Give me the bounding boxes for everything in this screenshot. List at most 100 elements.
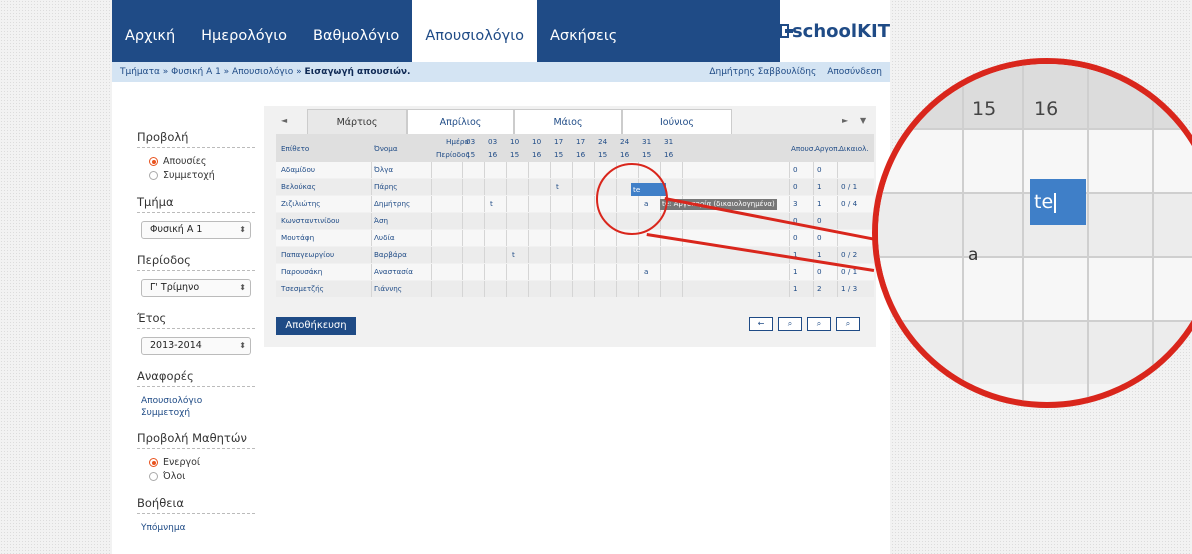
logo-text: schoolKIT: [791, 20, 890, 42]
month-tabs: ◄ Μάρτιος Απρίλιος Μάιος Ιούνιος ► ▼: [264, 106, 876, 134]
day-header: 03: [488, 137, 498, 146]
day-header: 24: [598, 137, 608, 146]
attendance-mark[interactable]: t: [490, 196, 493, 212]
radio-checked-icon[interactable]: [149, 157, 158, 166]
zoom-col-15: 15: [972, 98, 997, 120]
logout-link[interactable]: Αποσύνδεση: [827, 67, 882, 77]
view-title: Προβολή: [137, 130, 255, 148]
justified-count: 1 / 3: [841, 284, 858, 293]
student-surname: Αδαμίδου: [281, 165, 316, 174]
zoom-selected-cell: te: [1030, 179, 1086, 225]
col-late: Αργοπ.: [815, 144, 840, 153]
day-header: 10: [510, 137, 520, 146]
day-header: 24: [620, 137, 630, 146]
nav-home[interactable]: Αρχική: [112, 0, 188, 62]
student-name: Δημήτρης: [374, 199, 411, 208]
student-name: Γιάννης: [374, 284, 402, 293]
period-header: 15: [598, 150, 608, 159]
day-header: 03: [466, 137, 476, 146]
class-title: Τμήμα: [137, 195, 255, 213]
day-header: 31: [642, 137, 652, 146]
tab-june[interactable]: Ιούνιος: [622, 109, 732, 134]
student-name: Άση: [374, 216, 389, 225]
breadcrumb-current: Εισαγωγή απουσιών.: [304, 67, 411, 77]
student-name: Λυδία: [374, 233, 395, 242]
col-name: Όνομα: [374, 144, 398, 153]
attendance-mark[interactable]: a: [644, 264, 648, 280]
table-row: Μουτάφη Λυδία 0 0: [276, 230, 874, 246]
students-option-active[interactable]: Ενεργοί: [149, 457, 255, 468]
table-row: Βελούκας Πάρης t 0 1 0 / 1: [276, 179, 874, 195]
attendance-panel: ◄ Μάρτιος Απρίλιος Μάιος Ιούνιος ► ▼ Επί…: [264, 106, 876, 347]
stepper-icon: ⬍: [239, 283, 246, 292]
day-header: 17: [576, 137, 586, 146]
tab-may[interactable]: Μάιος: [514, 109, 622, 134]
late-count: 0: [817, 267, 822, 276]
report-participation-link[interactable]: Συμμετοχή: [141, 407, 255, 419]
zoom-col-16: 16: [1034, 98, 1059, 120]
legend-link[interactable]: Υπόμνημα: [141, 522, 255, 534]
attendance-mark[interactable]: t: [512, 247, 515, 263]
zoom-icon[interactable]: ⌕: [836, 317, 860, 331]
dropdown-icon[interactable]: ▼: [860, 116, 866, 125]
period-header: 16: [576, 150, 586, 159]
day-header: 31: [664, 137, 674, 146]
col-absences: Απουσ.: [791, 144, 816, 153]
student-surname: Μουτάφη: [281, 233, 315, 242]
user-name[interactable]: Δημήτρης Σαββουλίδης: [709, 67, 816, 77]
tab-april[interactable]: Απρίλιος: [407, 109, 514, 134]
logo[interactable]: schoolKIT: [780, 0, 890, 62]
table-row: Παρουσάκη Αναστασία a 1 0 0 / 1: [276, 264, 874, 280]
top-nav: Αρχική Ημερολόγιο Βαθμολόγιο Απουσιολόγι…: [112, 0, 890, 62]
tab-march[interactable]: Μάρτιος: [307, 109, 407, 134]
absences-count: 1: [793, 267, 798, 276]
breadcrumb: Τμήματα » Φυσική Α 1 » Απουσιολόγιο » Ει…: [112, 62, 890, 82]
zoom-mark: a: [968, 245, 979, 265]
period-select[interactable]: Γ' Τρίμηνο ⬍: [141, 279, 251, 297]
radio-checked-icon[interactable]: [149, 458, 158, 467]
radio-icon[interactable]: [149, 472, 158, 481]
col-surname: Επίθετο: [281, 144, 310, 153]
nav-exercises[interactable]: Ασκήσεις: [537, 0, 630, 62]
breadcrumb-path[interactable]: Τμήματα » Φυσική Α 1 » Απουσιολόγιο »: [120, 67, 302, 77]
justified-count: 0 / 4: [841, 199, 858, 208]
students-option-all[interactable]: Όλοι: [149, 471, 255, 482]
report-absences-link[interactable]: Απουσιολόγιο: [141, 395, 255, 407]
student-name: Όλγα: [374, 165, 394, 174]
late-count: 1: [817, 199, 822, 208]
page: Αρχική Ημερολόγιο Βαθμολόγιο Απουσιολόγι…: [112, 0, 890, 554]
justified-count: 0 / 2: [841, 250, 858, 259]
prev-month-icon[interactable]: ◄: [281, 116, 287, 125]
absences-count: 0: [793, 216, 798, 225]
nav-calendar[interactable]: Ημερολόγιο: [188, 0, 300, 62]
logo-icon: [780, 24, 793, 38]
late-count: 0: [817, 233, 822, 242]
next-month-icon[interactable]: ►: [842, 116, 848, 125]
students-view-title: Προβολή Μαθητών: [137, 431, 255, 449]
class-select[interactable]: Φυσική Α 1 ⬍: [141, 221, 251, 239]
radio-icon[interactable]: [149, 171, 158, 180]
grid-header: Επίθετο Όνομα Ημέρα Περίοδος Απουσ. Αργο…: [276, 134, 874, 162]
view-option-participation[interactable]: Συμμετοχή: [149, 170, 255, 181]
zoom-icon[interactable]: ⌕: [778, 317, 802, 331]
back-arrow-icon[interactable]: ←: [749, 317, 773, 331]
nav-absences[interactable]: Απουσιολόγιο: [412, 0, 538, 62]
nav-gradebook[interactable]: Βαθμολόγιο: [300, 0, 412, 62]
attendance-mark[interactable]: t: [556, 179, 559, 195]
student-name: Αναστασία: [374, 267, 414, 276]
view-option-absences[interactable]: Απουσίες: [149, 156, 255, 167]
zoom-icon[interactable]: ⌕: [807, 317, 831, 331]
period-header: 16: [488, 150, 498, 159]
absences-count: 0: [793, 182, 798, 191]
help-title: Βοήθεια: [137, 496, 255, 514]
sidebar: Προβολή Απουσίες Συμμετοχή Τμήμα Φυσική …: [137, 130, 255, 534]
save-button[interactable]: Αποθήκευση: [276, 317, 356, 335]
student-surname: Κωνσταντινίδου: [281, 216, 340, 225]
student-surname: Βελούκας: [281, 182, 316, 191]
period-title: Περίοδος: [137, 253, 255, 271]
period-header: 15: [510, 150, 520, 159]
absences-count: 1: [793, 250, 798, 259]
year-select[interactable]: 2013-2014 ⬍: [141, 337, 251, 355]
period-header: 15: [642, 150, 652, 159]
absences-count: 0: [793, 233, 798, 242]
